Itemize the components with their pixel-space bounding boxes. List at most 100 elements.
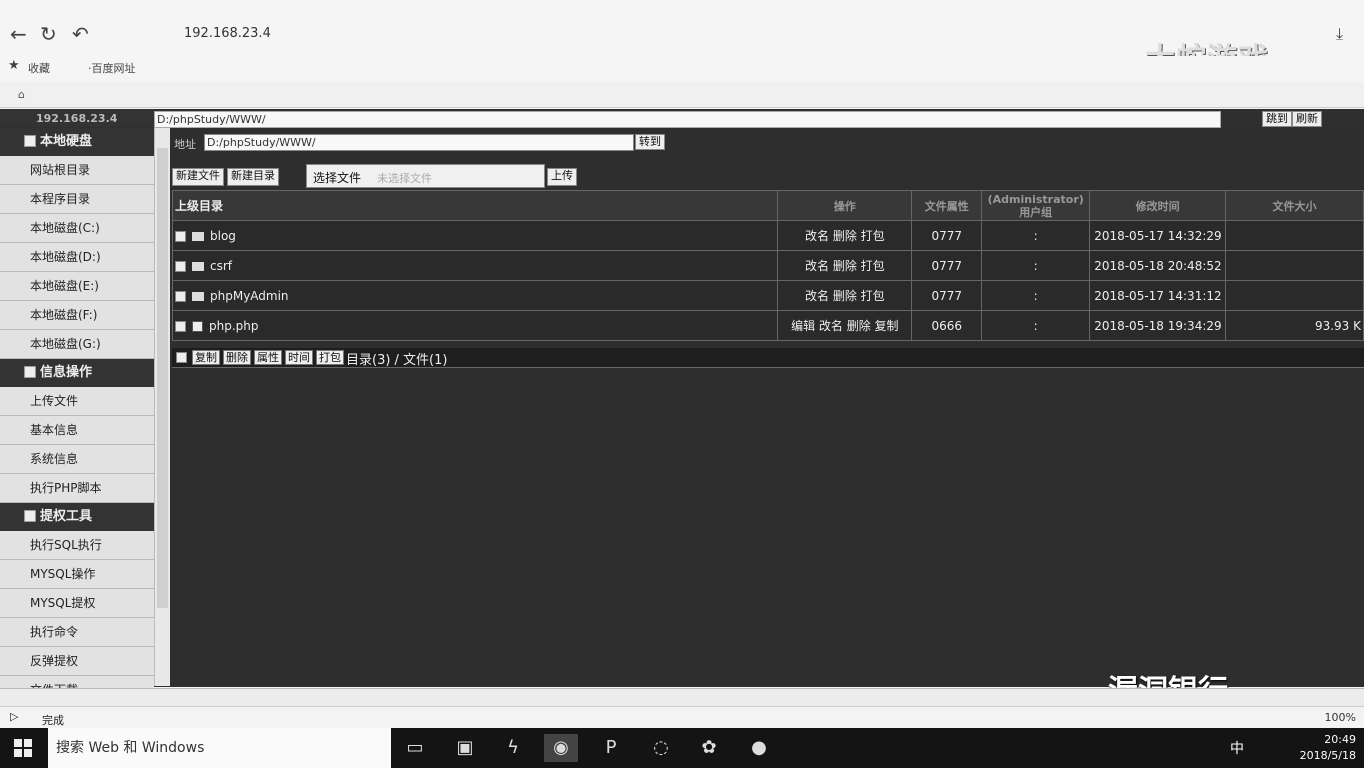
new-dir-button[interactable]: 新建目录 [227,168,279,186]
sidebar-item-sql[interactable]: 执行SQL执行 [0,531,154,560]
sidebar-section-info[interactable]: 信息操作 [0,359,154,387]
address-label: 地址 [174,138,196,151]
app-icon-globe[interactable]: ◌ [644,734,678,762]
sidebar-item-sysinfo[interactable]: 系统信息 [0,445,154,474]
folder-icon [192,231,204,241]
zoom-level[interactable]: 100% [1325,711,1356,724]
file-name[interactable]: phpMyAdmin [210,289,289,303]
row-time[interactable]: 2018-05-18 19:34:29 [1089,310,1227,341]
pack-button[interactable]: 打包 [316,350,344,365]
row-ops[interactable]: 改名 删除 打包 [777,280,913,311]
sidebar-item-basicinfo[interactable]: 基本信息 [0,416,154,445]
file-table: 上级目录 操作 文件属性 (Administrator) 用户组 修改时间 文件… [171,190,1364,341]
row-perm[interactable]: 0777 [911,280,983,311]
download-icon[interactable]: ⤓ [1336,20,1343,48]
row-time[interactable]: 2018-05-17 14:31:12 [1089,280,1227,311]
file-name[interactable]: csrf [210,259,232,273]
sidebar-item-drive-f[interactable]: 本地磁盘(F:) [0,301,154,330]
sidebar-item-exec[interactable]: 执行命令 [0,618,154,647]
row-checkbox[interactable] [175,290,186,302]
home-icon[interactable]: ⌂ [18,88,25,101]
row-ops[interactable]: 改名 删除 打包 [777,220,913,251]
clock-time: 20:49 [1324,733,1356,746]
upload-button[interactable]: 上传 [547,168,577,186]
choose-file-status: 未选择文件 [377,172,432,185]
star-icon[interactable]: ★ [8,58,20,73]
col-perm: 文件属性 [911,190,983,221]
sidebar-item-programdir[interactable]: 本程序目录 [0,185,154,214]
new-file-button[interactable]: 新建文件 [172,168,224,186]
row-ops[interactable]: 编辑 改名 删除 复制 [777,310,913,341]
sidebar-item-runphp[interactable]: 执行PHP脚本 [0,474,154,503]
sidebar-section-disk[interactable]: 本地硬盘 [0,128,154,156]
address-bar[interactable]: 192.168.23.4 [184,26,271,41]
folder-icon [192,261,204,271]
col-ops: 操作 [777,190,913,221]
bookmark-item[interactable]: ·百度网址 [88,60,136,76]
sidebar-item-drive-c[interactable]: 本地磁盘(C:) [0,214,154,243]
bookmarks-label[interactable]: 收藏 [28,60,50,76]
app-icon-monitor[interactable]: ▣ [448,734,482,762]
jump-button[interactable]: 跳到 [1262,111,1292,127]
sidebar-toggle-icon[interactable]: ▷ [10,710,18,723]
task-view-icon[interactable]: ▭ [398,734,432,762]
reload-icon[interactable]: ↻ [40,20,57,48]
attr-button[interactable]: 属性 [254,350,282,365]
row-size [1225,280,1364,311]
tab-strip: ⌂ [0,82,1364,108]
system-clock[interactable]: 20:49 2018/5/18 [1300,732,1356,764]
back-icon[interactable]: ← [10,20,27,48]
app-icon-flower[interactable]: ✿ [692,734,726,762]
sidebar-item-webroot[interactable]: 网站根目录 [0,156,154,185]
row-checkbox[interactable] [175,260,186,272]
sidebar-item-drive-e[interactable]: 本地磁盘(E:) [0,272,154,301]
address-input[interactable]: D:/phpStudy/WWW/ [204,134,634,151]
row-perm[interactable]: 0777 [911,250,983,281]
taskbar-search[interactable]: 搜索 Web 和 Windows [48,728,391,768]
row-ops[interactable]: 改名 删除 打包 [777,250,913,281]
row-size [1225,220,1364,251]
sidebar-item-mysql-priv[interactable]: MYSQL提权 [0,589,154,618]
delete-button[interactable]: 删除 [223,350,251,365]
app-icon-tool[interactable]: ϟ [496,734,530,762]
refresh-button[interactable]: 刷新 [1292,111,1322,127]
windows-start-icon[interactable] [14,739,32,757]
table-row: csrf 改名 删除 打包 0777 : 2018-05-18 20:48:52 [171,250,1364,281]
choose-file-button[interactable]: 选择文件 [313,169,361,186]
file-name[interactable]: blog [210,229,236,243]
sidebar-scrollbar[interactable] [154,128,170,686]
sidebar-item-mysql-op[interactable]: MYSQL操作 [0,560,154,589]
sidebar-item-upload[interactable]: 上传文件 [0,387,154,416]
row-group: : [981,280,1091,311]
copy-button[interactable]: 复制 [192,350,220,365]
app-icon-p[interactable]: P [594,734,628,762]
browser-app-icon[interactable]: ◉ [544,734,578,762]
go-button[interactable]: 转到 [635,134,665,150]
row-perm[interactable]: 0777 [911,220,983,251]
sidebar-item-drive-g[interactable]: 本地磁盘(G:) [0,330,154,359]
parent-dir-link[interactable]: 上级目录 [171,190,779,221]
row-time[interactable]: 2018-05-17 14:32:29 [1089,220,1227,251]
path-input[interactable]: D:/phpStudy/WWW/ [154,111,1221,128]
file-chooser[interactable]: 选择文件 未选择文件 [306,164,545,188]
sidebar-item-reverse[interactable]: 反弹提权 [0,647,154,676]
horizontal-scrollbar[interactable] [0,688,1364,706]
sidebar-item-drive-d[interactable]: 本地磁盘(D:) [0,243,154,272]
app-icon-circle[interactable]: ● [742,734,776,762]
ime-indicator[interactable]: 中 [1230,738,1244,758]
file-name[interactable]: php.php [209,319,259,333]
sidebar-item-download[interactable]: 文件下载 [0,676,154,688]
row-checkbox[interactable] [175,230,186,242]
select-all-checkbox[interactable] [176,352,187,363]
row-checkbox[interactable] [175,320,186,332]
sidebar-section-privesc[interactable]: 提权工具 [0,503,154,531]
row-perm[interactable]: 0666 [911,310,983,341]
undo-icon[interactable]: ↶ [72,20,89,48]
time-button[interactable]: 时间 [285,350,313,365]
file-icon [192,320,203,332]
scroll-thumb[interactable] [157,148,168,608]
taskbar: 搜索 Web 和 Windows ▭ ▣ ϟ ◉ P ◌ ✿ ● 中 20:49… [0,728,1364,768]
row-group: : [981,250,1091,281]
row-time[interactable]: 2018-05-18 20:48:52 [1089,250,1227,281]
row-group: : [981,220,1091,251]
